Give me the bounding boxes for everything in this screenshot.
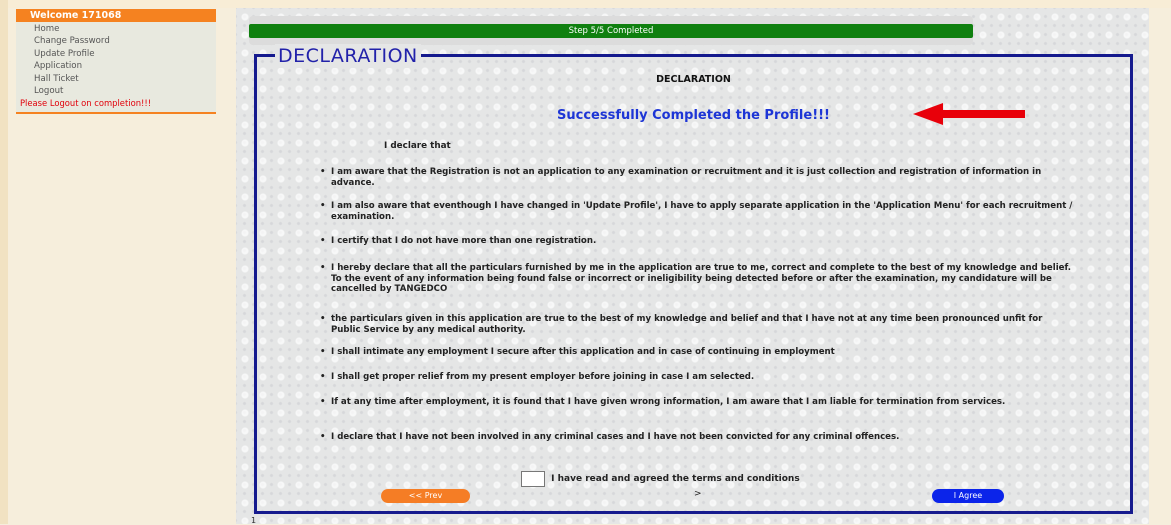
menu-item-change-password[interactable]: Change Password	[16, 35, 216, 47]
declaration-item: • I hereby declare that all the particul…	[320, 263, 1072, 294]
welcome-header: Welcome 171068	[16, 9, 216, 22]
bullet-icon: •	[320, 372, 326, 382]
bullet-icon: •	[320, 314, 326, 324]
bullet-icon: •	[320, 201, 326, 211]
declaration-item: • If at any time after employment, it is…	[320, 397, 1006, 407]
main-panel: Step 5/5 Completed DECLARATION DECLARATI…	[236, 8, 1149, 524]
menu-item-hall-ticket[interactable]: Hall Ticket	[16, 73, 216, 85]
bullet-icon: •	[320, 347, 326, 357]
menu-item-application[interactable]: Application	[16, 60, 216, 72]
bullet-icon: •	[320, 263, 326, 273]
bullet-icon: •	[320, 432, 326, 442]
logout-warning: Please Logout on completion!!!	[20, 98, 152, 109]
bullet-icon: •	[320, 167, 326, 177]
declaration-item: • I am also aware that eventhough I have…	[320, 201, 1073, 222]
terms-checkbox[interactable]	[521, 471, 545, 487]
page-left-border	[0, 0, 8, 524]
agree-button[interactable]: I Agree	[932, 489, 1004, 503]
bullet-icon: •	[320, 397, 326, 407]
page-top-border	[0, 0, 1171, 8]
menu-item-update-profile[interactable]: Update Profile	[16, 48, 216, 60]
declaration-item: • I declare that I have not been involve…	[320, 432, 900, 442]
sidebar: Welcome 171068 Home Change Password Upda…	[16, 9, 216, 114]
bullet-icon: •	[320, 236, 326, 246]
declaration-item: • I certify that I do not have more than…	[320, 236, 597, 246]
declaration-legend: DECLARATION	[275, 44, 421, 68]
progress-track: Step 5/5 Completed	[249, 16, 973, 45]
sidebar-menu: Home Change Password Update Profile Appl…	[16, 22, 216, 114]
prev-button[interactable]: << Prev	[381, 489, 470, 503]
terms-agreement: I have read and agreed the terms and con…	[521, 471, 800, 487]
declaration-item: • I am aware that the Registration is no…	[320, 167, 1042, 188]
menu-item-logout[interactable]: Logout	[16, 85, 216, 97]
separator-mark: >	[694, 489, 702, 499]
declaration-item: • the particulars given in this applicat…	[320, 314, 1043, 335]
declaration-item: • I shall intimate any employment I secu…	[320, 347, 835, 357]
red-arrow-icon	[913, 103, 1025, 125]
declaration-item: • I shall get proper relief from my pres…	[320, 372, 755, 382]
menu-item-home[interactable]: Home	[16, 23, 216, 35]
declaration-intro: I declare that	[384, 141, 451, 151]
progress-bar: Step 5/5 Completed	[249, 24, 973, 38]
declaration-title: DECLARATION	[656, 74, 731, 85]
terms-label: I have read and agreed the terms and con…	[551, 474, 800, 484]
